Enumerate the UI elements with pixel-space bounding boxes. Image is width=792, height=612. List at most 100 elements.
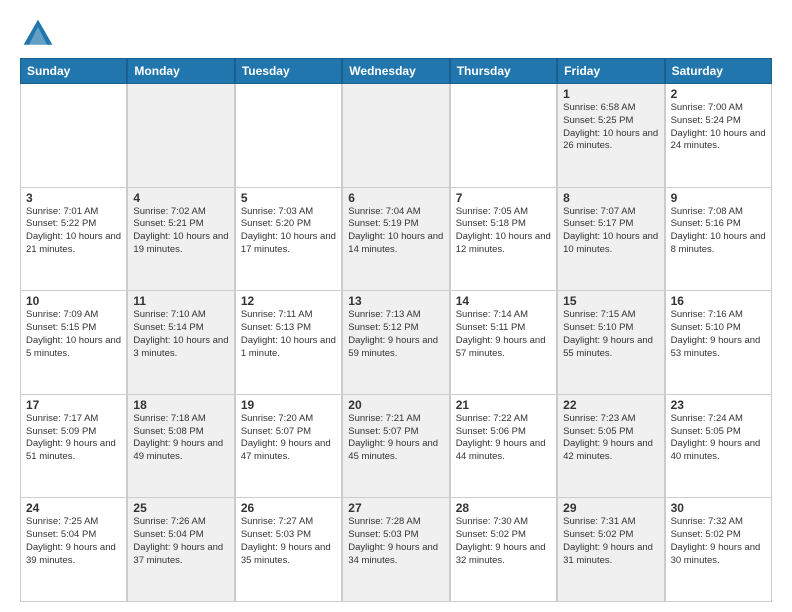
calendar-day-cell: 30Sunrise: 7:32 AM Sunset: 5:02 PM Dayli… — [665, 498, 772, 601]
calendar-day-cell: 10Sunrise: 7:09 AM Sunset: 5:15 PM Dayli… — [20, 291, 127, 394]
calendar-day-cell: 6Sunrise: 7:04 AM Sunset: 5:19 PM Daylig… — [342, 188, 449, 291]
calendar-day-cell: 29Sunrise: 7:31 AM Sunset: 5:02 PM Dayli… — [557, 498, 664, 601]
day-number: 9 — [671, 191, 766, 205]
weekday-header: Friday — [557, 58, 664, 84]
day-info: Sunrise: 7:32 AM Sunset: 5:02 PM Dayligh… — [671, 516, 766, 567]
day-info: Sunrise: 7:27 AM Sunset: 5:03 PM Dayligh… — [241, 516, 336, 567]
day-number: 29 — [563, 501, 658, 515]
calendar-day-cell: 26Sunrise: 7:27 AM Sunset: 5:03 PM Dayli… — [235, 498, 342, 601]
calendar-row: 24Sunrise: 7:25 AM Sunset: 5:04 PM Dayli… — [20, 498, 772, 602]
day-info: Sunrise: 7:10 AM Sunset: 5:14 PM Dayligh… — [133, 309, 228, 360]
day-info: Sunrise: 7:23 AM Sunset: 5:05 PM Dayligh… — [563, 413, 658, 464]
day-number: 17 — [26, 398, 121, 412]
logo-icon — [20, 16, 56, 52]
weekday-header: Monday — [127, 58, 234, 84]
day-info: Sunrise: 7:07 AM Sunset: 5:17 PM Dayligh… — [563, 206, 658, 257]
day-info: Sunrise: 7:31 AM Sunset: 5:02 PM Dayligh… — [563, 516, 658, 567]
calendar-row: 1Sunrise: 6:58 AM Sunset: 5:25 PM Daylig… — [20, 84, 772, 188]
calendar-empty-cell — [342, 84, 449, 187]
calendar-day-cell: 28Sunrise: 7:30 AM Sunset: 5:02 PM Dayli… — [450, 498, 557, 601]
day-info: Sunrise: 7:26 AM Sunset: 5:04 PM Dayligh… — [133, 516, 228, 567]
calendar-day-cell: 24Sunrise: 7:25 AM Sunset: 5:04 PM Dayli… — [20, 498, 127, 601]
day-info: Sunrise: 7:05 AM Sunset: 5:18 PM Dayligh… — [456, 206, 551, 257]
day-number: 4 — [133, 191, 228, 205]
calendar-empty-cell — [235, 84, 342, 187]
calendar-row: 10Sunrise: 7:09 AM Sunset: 5:15 PM Dayli… — [20, 291, 772, 395]
day-number: 13 — [348, 294, 443, 308]
day-number: 21 — [456, 398, 551, 412]
day-info: Sunrise: 7:22 AM Sunset: 5:06 PM Dayligh… — [456, 413, 551, 464]
day-number: 15 — [563, 294, 658, 308]
day-number: 16 — [671, 294, 766, 308]
day-info: Sunrise: 7:30 AM Sunset: 5:02 PM Dayligh… — [456, 516, 551, 567]
day-info: Sunrise: 7:04 AM Sunset: 5:19 PM Dayligh… — [348, 206, 443, 257]
day-info: Sunrise: 7:13 AM Sunset: 5:12 PM Dayligh… — [348, 309, 443, 360]
calendar-day-cell: 27Sunrise: 7:28 AM Sunset: 5:03 PM Dayli… — [342, 498, 449, 601]
day-number: 14 — [456, 294, 551, 308]
day-number: 30 — [671, 501, 766, 515]
day-info: Sunrise: 7:25 AM Sunset: 5:04 PM Dayligh… — [26, 516, 121, 567]
day-number: 20 — [348, 398, 443, 412]
day-info: Sunrise: 7:09 AM Sunset: 5:15 PM Dayligh… — [26, 309, 121, 360]
day-info: Sunrise: 7:16 AM Sunset: 5:10 PM Dayligh… — [671, 309, 766, 360]
day-info: Sunrise: 7:24 AM Sunset: 5:05 PM Dayligh… — [671, 413, 766, 464]
day-info: Sunrise: 7:00 AM Sunset: 5:24 PM Dayligh… — [671, 102, 766, 153]
calendar-day-cell: 16Sunrise: 7:16 AM Sunset: 5:10 PM Dayli… — [665, 291, 772, 394]
day-info: Sunrise: 7:14 AM Sunset: 5:11 PM Dayligh… — [456, 309, 551, 360]
logo — [20, 16, 60, 52]
day-number: 1 — [563, 87, 658, 101]
day-number: 3 — [26, 191, 121, 205]
calendar-empty-cell — [20, 84, 127, 187]
day-info: Sunrise: 7:11 AM Sunset: 5:13 PM Dayligh… — [241, 309, 336, 360]
calendar-day-cell: 3Sunrise: 7:01 AM Sunset: 5:22 PM Daylig… — [20, 188, 127, 291]
day-number: 18 — [133, 398, 228, 412]
calendar-day-cell: 11Sunrise: 7:10 AM Sunset: 5:14 PM Dayli… — [127, 291, 234, 394]
calendar-day-cell: 9Sunrise: 7:08 AM Sunset: 5:16 PM Daylig… — [665, 188, 772, 291]
day-number: 26 — [241, 501, 336, 515]
calendar-empty-cell — [450, 84, 557, 187]
calendar-row: 3Sunrise: 7:01 AM Sunset: 5:22 PM Daylig… — [20, 188, 772, 292]
calendar-header: SundayMondayTuesdayWednesdayThursdayFrid… — [20, 58, 772, 84]
day-info: Sunrise: 7:17 AM Sunset: 5:09 PM Dayligh… — [26, 413, 121, 464]
calendar-day-cell: 17Sunrise: 7:17 AM Sunset: 5:09 PM Dayli… — [20, 395, 127, 498]
calendar-day-cell: 13Sunrise: 7:13 AM Sunset: 5:12 PM Dayli… — [342, 291, 449, 394]
day-info: Sunrise: 7:20 AM Sunset: 5:07 PM Dayligh… — [241, 413, 336, 464]
calendar-day-cell: 1Sunrise: 6:58 AM Sunset: 5:25 PM Daylig… — [557, 84, 664, 187]
day-info: Sunrise: 7:08 AM Sunset: 5:16 PM Dayligh… — [671, 206, 766, 257]
calendar-day-cell: 8Sunrise: 7:07 AM Sunset: 5:17 PM Daylig… — [557, 188, 664, 291]
calendar-day-cell: 21Sunrise: 7:22 AM Sunset: 5:06 PM Dayli… — [450, 395, 557, 498]
calendar-day-cell: 15Sunrise: 7:15 AM Sunset: 5:10 PM Dayli… — [557, 291, 664, 394]
day-info: Sunrise: 7:21 AM Sunset: 5:07 PM Dayligh… — [348, 413, 443, 464]
calendar: SundayMondayTuesdayWednesdayThursdayFrid… — [20, 58, 772, 602]
page-header — [20, 16, 772, 52]
calendar-day-cell: 5Sunrise: 7:03 AM Sunset: 5:20 PM Daylig… — [235, 188, 342, 291]
calendar-day-cell: 20Sunrise: 7:21 AM Sunset: 5:07 PM Dayli… — [342, 395, 449, 498]
calendar-row: 17Sunrise: 7:17 AM Sunset: 5:09 PM Dayli… — [20, 395, 772, 499]
day-info: Sunrise: 7:01 AM Sunset: 5:22 PM Dayligh… — [26, 206, 121, 257]
day-number: 23 — [671, 398, 766, 412]
day-info: Sunrise: 7:02 AM Sunset: 5:21 PM Dayligh… — [133, 206, 228, 257]
calendar-day-cell: 25Sunrise: 7:26 AM Sunset: 5:04 PM Dayli… — [127, 498, 234, 601]
day-number: 10 — [26, 294, 121, 308]
weekday-header: Sunday — [20, 58, 127, 84]
calendar-day-cell: 4Sunrise: 7:02 AM Sunset: 5:21 PM Daylig… — [127, 188, 234, 291]
weekday-header: Saturday — [665, 58, 772, 84]
day-number: 6 — [348, 191, 443, 205]
day-number: 25 — [133, 501, 228, 515]
day-number: 28 — [456, 501, 551, 515]
calendar-body: 1Sunrise: 6:58 AM Sunset: 5:25 PM Daylig… — [20, 84, 772, 602]
day-info: Sunrise: 7:03 AM Sunset: 5:20 PM Dayligh… — [241, 206, 336, 257]
day-info: Sunrise: 7:15 AM Sunset: 5:10 PM Dayligh… — [563, 309, 658, 360]
day-number: 8 — [563, 191, 658, 205]
day-info: Sunrise: 6:58 AM Sunset: 5:25 PM Dayligh… — [563, 102, 658, 153]
calendar-day-cell: 12Sunrise: 7:11 AM Sunset: 5:13 PM Dayli… — [235, 291, 342, 394]
calendar-day-cell: 23Sunrise: 7:24 AM Sunset: 5:05 PM Dayli… — [665, 395, 772, 498]
calendar-day-cell: 14Sunrise: 7:14 AM Sunset: 5:11 PM Dayli… — [450, 291, 557, 394]
weekday-header: Wednesday — [342, 58, 449, 84]
day-number: 11 — [133, 294, 228, 308]
calendar-day-cell: 2Sunrise: 7:00 AM Sunset: 5:24 PM Daylig… — [665, 84, 772, 187]
calendar-day-cell: 7Sunrise: 7:05 AM Sunset: 5:18 PM Daylig… — [450, 188, 557, 291]
weekday-header: Tuesday — [235, 58, 342, 84]
day-info: Sunrise: 7:18 AM Sunset: 5:08 PM Dayligh… — [133, 413, 228, 464]
weekday-header: Thursday — [450, 58, 557, 84]
